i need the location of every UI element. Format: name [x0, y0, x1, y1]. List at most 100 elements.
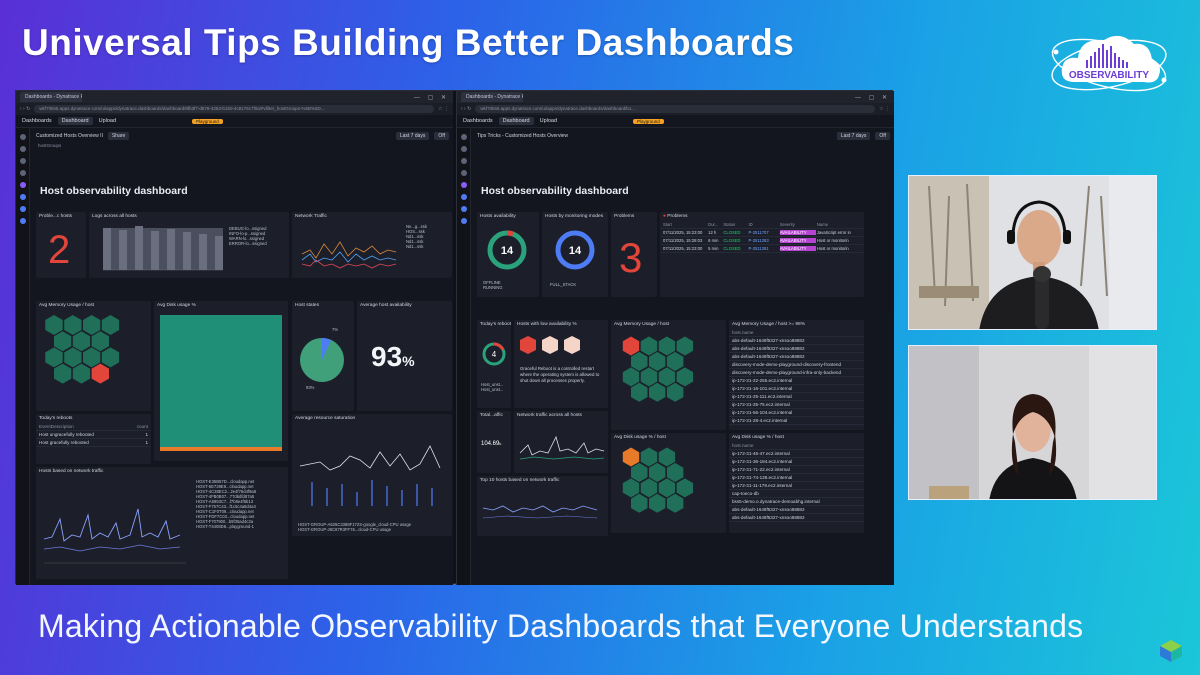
disk-usage-tile[interactable]: Avg Disk usage % / host — [611, 433, 726, 533]
dashboard-tab[interactable]: Dashboard — [57, 117, 93, 125]
host-hex[interactable] — [622, 336, 640, 356]
host-hex[interactable] — [631, 382, 648, 402]
host-hex[interactable] — [666, 351, 684, 371]
disk-list-tile[interactable]: Avg Disk usage % / host host.name ip-172… — [729, 433, 864, 533]
host-hex[interactable] — [676, 367, 694, 387]
list-item[interactable]: ip-172-31-25-75.ec2.internal — [729, 401, 864, 409]
filter-label[interactable]: hostGroups — [32, 143, 453, 148]
list-item[interactable]: abs-default-1649f5327-xnsoo88882 — [729, 514, 864, 522]
monitoring-modes-tile[interactable]: Hosts by monitoring modes 14 FULL_STACK — [542, 212, 608, 297]
share-button[interactable]: Share — [107, 131, 130, 140]
host-hex[interactable] — [640, 447, 658, 467]
browser-menu-icon[interactable]: ☆ ⋮ — [879, 106, 890, 112]
host-hex[interactable] — [666, 382, 684, 402]
hosts-availability-tile[interactable]: Hosts availability 14 OFFLINE RUNNING — [477, 212, 539, 297]
host-hex[interactable] — [631, 493, 648, 513]
host-hex[interactable] — [101, 347, 120, 368]
network-traffic-tile[interactable]: Network traffic across all hosts — [514, 411, 608, 473]
host-hex[interactable] — [658, 478, 676, 498]
host-hex[interactable] — [640, 478, 658, 498]
list-item[interactable]: ip-172-31-25-111.ec2.internal — [729, 393, 864, 401]
host-hex[interactable] — [676, 336, 694, 356]
window-controls[interactable]: — ▢ ✕ — [855, 94, 890, 101]
dashboard-name[interactable]: Customized Hosts Overview II — [36, 133, 103, 139]
reboots-tile[interactable]: Today's reboots 4 Host_unst... Host_unst… — [477, 320, 511, 408]
timeframe-selector[interactable]: Last 7 days — [836, 131, 871, 140]
host-hex[interactable] — [622, 367, 640, 387]
dashboard-tab[interactable]: Dashboard — [498, 117, 534, 125]
problems-count-tile[interactable]: Problems 3 — [611, 212, 657, 297]
host-hex[interactable] — [54, 363, 72, 384]
host-hex[interactable] — [649, 382, 666, 402]
browser-menu-icon[interactable]: ☆ ⋮ — [438, 106, 449, 112]
list-item[interactable]: ip-172-31-16-101.ec2.internal — [729, 385, 864, 393]
low-availability-tile[interactable]: Hosts with low availability % Graceful R… — [514, 320, 608, 408]
host-hex[interactable] — [622, 478, 640, 498]
host-hex[interactable] — [658, 367, 676, 387]
list-item[interactable]: ip-172-31-28-4.ec2.internal — [729, 417, 864, 425]
host-hex[interactable] — [649, 493, 666, 513]
dashboards-nav[interactable]: Dashboards — [22, 118, 52, 124]
host-hex[interactable] — [640, 367, 658, 387]
host-hex[interactable] — [631, 351, 648, 371]
host-hex[interactable] — [83, 347, 101, 368]
host-hex[interactable] — [72, 363, 91, 384]
host-availability-tile[interactable]: Average host availability 93% — [357, 301, 452, 411]
list-item[interactable]: ip-172-31-45-47.ec2.internal — [729, 450, 864, 458]
list-item[interactable]: ip-172-31-56-104.ec2.internal — [729, 409, 864, 417]
list-item[interactable]: abs-default-1649f5327-xnsoo88882 — [729, 345, 864, 353]
host-hex[interactable] — [658, 336, 676, 356]
memory-list-tile[interactable]: Avg Memory Usage / host >= 98% host.name… — [729, 320, 864, 430]
dashboards-nav[interactable]: Dashboards — [463, 118, 493, 124]
list-item[interactable]: ip-172-31-22-255.ec2.internal — [729, 377, 864, 385]
dashboard-name[interactable]: Tips Tricks - Customized Hosts Overview — [477, 133, 568, 139]
list-item[interactable]: discovery-mode-demo-playground-infra-onl… — [729, 369, 864, 377]
host-hex[interactable] — [622, 447, 640, 467]
host-hex[interactable] — [666, 493, 684, 513]
memory-usage-tile[interactable]: Avg Memory Usage / host — [611, 320, 726, 430]
host-hex[interactable] — [45, 347, 63, 368]
logs-tile[interactable]: Logs across all hosts DEBUG-lo...ssigned… — [89, 212, 289, 278]
list-item[interactable]: ip-172-31-71-22.ec2.internal — [729, 466, 864, 474]
nav-arrows-icon[interactable]: ‹ › ↻ — [461, 106, 471, 112]
top10-hosts-tile[interactable]: Top 10 hosts based on network traffic — [477, 476, 608, 536]
browser-tab[interactable]: Dashboards - Dynatrace Playg... — [461, 92, 523, 102]
list-item[interactable]: ip-172-31-11-178.ec2.internal — [729, 482, 864, 490]
browser-tab[interactable]: Dashboards - Dynatrace Playg... — [20, 92, 82, 102]
host-hex[interactable] — [649, 462, 666, 482]
host-hex[interactable] — [666, 462, 684, 482]
host-hex[interactable] — [54, 331, 72, 352]
list-item[interactable]: abs-default-1649f5327-xnsoo88882 — [729, 353, 864, 361]
host-states-tile[interactable]: Host states 7% 93% — [292, 301, 354, 411]
window-controls[interactable]: — ▢ ✕ — [414, 94, 449, 101]
list-item[interactable]: abs-default-1649f5327-xnsoo88882 — [729, 506, 864, 514]
network-traffic-tile[interactable]: Network Traffic Ne...g...ssk HOS...ssk N… — [292, 212, 452, 278]
upload-tab[interactable]: Upload — [540, 118, 557, 124]
host-hex[interactable] — [91, 363, 109, 384]
list-item[interactable]: discovery-mode-demo-playground-discovery… — [729, 361, 864, 369]
host-hex[interactable] — [64, 315, 82, 335]
url-bar[interactable]: wkf70k65.apps.dynatrace.com/ui/apps/dyna… — [34, 105, 435, 113]
host-hex[interactable] — [72, 331, 91, 352]
problems-list-tile[interactable]: ● Problems Start Dur... Status ID Severi… — [660, 212, 864, 297]
host-hex[interactable] — [45, 315, 63, 335]
host-hex[interactable] — [658, 447, 676, 467]
disk-usage-tile[interactable]: Avg Disk usage % — [154, 301, 288, 461]
problems-tile[interactable]: Proble...c hosts 2 — [36, 212, 86, 278]
todays-reboots-tile[interactable]: Today's reboots EventDescription count Ho… — [36, 414, 151, 464]
list-item[interactable]: bss5-demo.o.dynatrace-demoabhg.internal — [729, 498, 864, 506]
host-hex[interactable] — [640, 336, 658, 356]
resource-saturation-tile[interactable]: Average resource saturation HOST-GROUP-A… — [292, 414, 452, 536]
url-bar[interactable]: wkf70k65.apps.dynatrace.com/ui/apps/dyna… — [475, 105, 876, 113]
host-hex[interactable] — [676, 478, 694, 498]
list-item[interactable]: ip-172-31-74-138.ec2.internal — [729, 474, 864, 482]
list-item[interactable]: abs-default-1649f5327-xnsoo88882 — [729, 337, 864, 345]
host-hex[interactable] — [64, 347, 82, 368]
host-hex[interactable] — [91, 331, 109, 352]
upload-tab[interactable]: Upload — [99, 118, 116, 124]
hosts-network-traffic-tile[interactable]: Hosts based on network traffic HOST-E35B… — [36, 467, 288, 579]
list-item[interactable]: cap-toeco-db — [729, 490, 864, 498]
host-hex[interactable] — [649, 351, 666, 371]
refresh-selector[interactable]: Off — [434, 131, 449, 140]
refresh-selector[interactable]: Off — [875, 131, 890, 140]
